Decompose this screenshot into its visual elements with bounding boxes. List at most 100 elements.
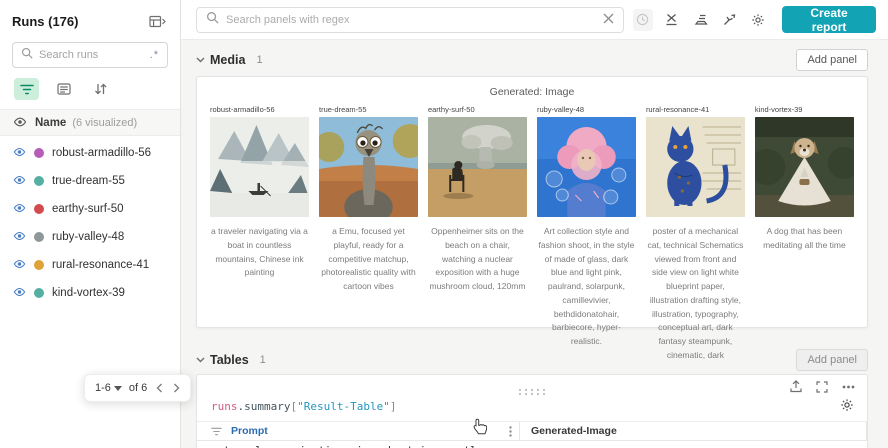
- table-header-row: Prompt Generated-Image: [197, 422, 867, 441]
- result-table-panel[interactable]: runs.summary["Result-Table"] Prompt Gene…: [196, 374, 868, 448]
- media-panel-title: Generated: Image: [489, 86, 575, 98]
- media-item-caption: A dog that has been meditating all the t…: [763, 226, 846, 250]
- search-runs-placeholder: Search runs: [39, 49, 99, 61]
- runs-count-title: Runs (176): [12, 13, 79, 29]
- search-icon: [21, 46, 33, 64]
- clear-search-icon[interactable]: [603, 11, 614, 29]
- run-row-true-dream-55[interactable]: true-dream-55: [0, 167, 180, 195]
- page-range-dropdown[interactable]: 1-6: [95, 382, 122, 394]
- media-item: rural-resonance-41 poster of a mechanica…: [641, 105, 750, 363]
- more-options-icon[interactable]: [842, 385, 855, 389]
- generated-image-thumbnail[interactable]: [754, 117, 854, 217]
- tables-section-title[interactable]: Tables: [210, 353, 249, 367]
- run-row-kind-vortex-39[interactable]: kind-vortex-39: [0, 279, 180, 307]
- generated-image-column-label: Generated-Image: [531, 425, 617, 437]
- visibility-eye-icon[interactable]: [13, 144, 26, 162]
- fullscreen-icon[interactable]: [816, 380, 828, 393]
- runs-name-column-header[interactable]: Name (6 visualized): [0, 109, 180, 136]
- visibility-eye-icon[interactable]: [13, 228, 26, 246]
- column-filter-icon[interactable]: [211, 427, 222, 436]
- run-color-dot: [34, 260, 44, 270]
- generated-image-thumbnail[interactable]: [427, 117, 527, 217]
- generated-image-thumbnail[interactable]: [645, 117, 745, 217]
- chevron-down-icon[interactable]: [196, 57, 205, 63]
- eye-icon: [13, 114, 27, 132]
- media-section-title[interactable]: Media: [210, 53, 245, 67]
- media-item-run-label: rural-resonance-41: [645, 105, 710, 114]
- run-color-dot: [34, 288, 44, 298]
- generated-image-thumbnail[interactable]: [210, 117, 309, 217]
- wandb-workspace: Runs (176) Search runs .* Name (6 visual…: [0, 0, 888, 448]
- undo-x-axis-icon[interactable]: [662, 9, 682, 31]
- sort-runs-button[interactable]: [88, 78, 113, 100]
- media-item: earthy-surf-50 Oppenheimer sits on the b…: [423, 105, 532, 363]
- visibility-eye-icon[interactable]: [13, 256, 26, 274]
- media-item-caption: Oppenheimer sits on the beach on a chair…: [429, 226, 526, 292]
- page-total-label: of 6: [128, 382, 148, 394]
- workspace-topbar: Search panels with regex Create report: [181, 0, 888, 40]
- prev-page-icon[interactable]: [156, 383, 163, 393]
- prompt-column-header[interactable]: Prompt: [197, 422, 519, 440]
- run-name-label[interactable]: rural-resonance-41: [52, 259, 149, 271]
- create-report-button[interactable]: Create report: [782, 6, 876, 34]
- run-name-label[interactable]: earthy-surf-50: [52, 203, 124, 215]
- page-range-value: 1-6: [95, 382, 111, 394]
- run-name-label[interactable]: kind-vortex-39: [52, 287, 125, 299]
- caret-down-icon: [113, 385, 122, 391]
- expand-runs-table-icon[interactable]: [146, 10, 168, 32]
- prompt-column-label[interactable]: Prompt: [231, 425, 268, 437]
- settings-gear-icon[interactable]: [748, 9, 768, 31]
- run-row-rural-resonance-41[interactable]: rural-resonance-41: [0, 251, 180, 279]
- query-object: runs: [211, 400, 238, 413]
- media-item: kind-vortex-39 A dog that has been medit…: [750, 105, 859, 363]
- column-menu-icon[interactable]: [509, 425, 519, 437]
- run-name-label[interactable]: ruby-valley-48: [52, 231, 124, 243]
- filter-runs-button[interactable]: [14, 78, 39, 100]
- media-panel-count: 1: [256, 54, 263, 66]
- tables-panel-count: 1: [259, 354, 266, 366]
- group-runs-button[interactable]: [51, 78, 76, 100]
- generated-image-thumbnail[interactable]: [536, 117, 636, 217]
- emu-image: [318, 117, 418, 217]
- export-icon[interactable]: [790, 380, 802, 393]
- query-bracket: ]: [389, 400, 397, 413]
- generated-image-column-header[interactable]: Generated-Image: [519, 422, 867, 440]
- tables-add-panel-button[interactable]: Add panel: [796, 349, 868, 371]
- next-page-icon[interactable]: [173, 383, 180, 393]
- table-row[interactable]: a traveler navigating via a boat in coun…: [197, 441, 867, 448]
- panel-search-input[interactable]: Search panels with regex: [196, 6, 625, 33]
- media-add-panel-button[interactable]: Add panel: [796, 49, 868, 71]
- prompt-cell[interactable]: a traveler navigating via a boat in coun…: [197, 441, 519, 448]
- run-name-label[interactable]: robust-armadillo-56: [52, 147, 151, 159]
- media-item-run-label: true-dream-55: [318, 105, 367, 114]
- generated-image-cell[interactable]: [519, 441, 867, 448]
- media-section-header: Media 1 Add panel: [196, 48, 868, 72]
- panels-area: Media 1 Add panel Generated: Image robus…: [181, 40, 888, 448]
- visibility-eye-icon[interactable]: [13, 200, 26, 218]
- media-item-run-label: ruby-valley-48: [536, 105, 585, 114]
- ink-painting-image: [210, 117, 309, 217]
- visibility-eye-icon[interactable]: [13, 284, 26, 302]
- visualized-count-label: (6 visualized): [72, 116, 138, 129]
- media-item-caption: a Emu, focused yet playful, ready for a …: [321, 226, 416, 292]
- generated-image-media-panel[interactable]: Generated: Image robust-armadillo-56 a t…: [196, 76, 868, 360]
- generated-image-thumbnail[interactable]: [318, 117, 418, 217]
- panel-search-placeholder: Search panels with regex: [226, 13, 350, 26]
- runs-pagination: 1-6 of 6: [84, 374, 192, 402]
- sweep-icon[interactable]: [719, 9, 739, 31]
- search-icon: [206, 11, 219, 29]
- chevron-down-icon[interactable]: [196, 357, 205, 363]
- media-item: ruby-valley-48 Art collection style and …: [532, 105, 641, 363]
- run-row-ruby-valley-48[interactable]: ruby-valley-48: [0, 223, 180, 251]
- table-settings-gear-icon[interactable]: [840, 398, 854, 417]
- run-row-earthy-surf-50[interactable]: earthy-surf-50: [0, 195, 180, 223]
- media-item-run-label: earthy-surf-50: [427, 105, 475, 114]
- name-column-label: Name: [35, 116, 67, 129]
- visibility-eye-icon[interactable]: [13, 172, 26, 190]
- run-row-robust-armadillo-56[interactable]: robust-armadillo-56: [0, 139, 180, 167]
- search-runs-input[interactable]: Search runs .*: [12, 42, 168, 68]
- run-name-label[interactable]: true-dream-55: [52, 175, 125, 187]
- panel-drag-handle[interactable]: [517, 383, 547, 401]
- panel-layers-icon[interactable]: [691, 9, 711, 31]
- regex-toggle[interactable]: .*: [150, 49, 159, 61]
